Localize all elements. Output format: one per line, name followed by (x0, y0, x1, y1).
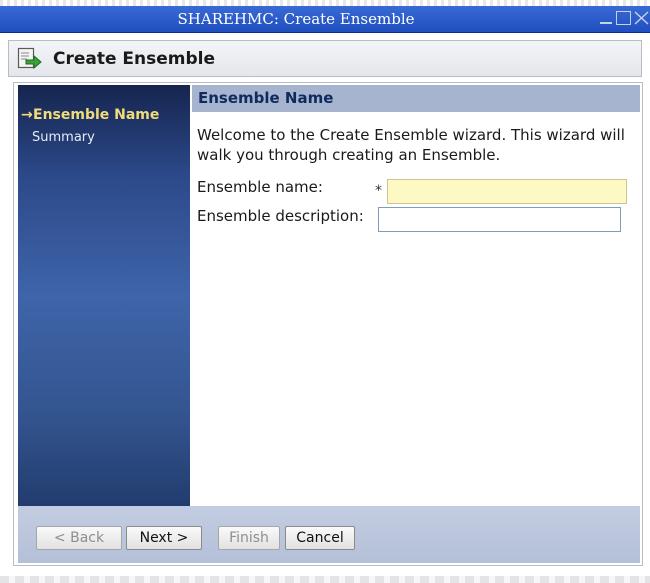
required-field-indicator: * (375, 183, 382, 199)
sidebar-item-summary[interactable]: Summary (32, 130, 204, 146)
bottom-decorative-strip (0, 576, 650, 583)
wizard-sidebar: → Ensemble Name Summary (18, 85, 190, 506)
next-button[interactable]: Next > (126, 526, 202, 550)
back-button[interactable]: < Back (36, 526, 122, 550)
current-step-arrow-icon: → (21, 107, 33, 123)
minimize-icon[interactable] (598, 11, 613, 25)
content-header: Ensemble Name (192, 85, 640, 112)
wizard-arrow-icon (17, 47, 43, 71)
window-titlebar[interactable]: SHAREHMC: Create Ensemble (0, 6, 650, 33)
content-title: Ensemble Name (198, 89, 334, 107)
wizard-title: Create Ensemble (53, 49, 216, 69)
sidebar-item-label: Ensemble Name (33, 107, 160, 123)
wizard-header: Create Ensemble (8, 40, 642, 77)
ensemble-description-input[interactable] (378, 207, 621, 232)
close-icon[interactable] (634, 11, 649, 25)
finish-button[interactable]: Finish (218, 526, 280, 550)
welcome-text: Welcome to the Create Ensemble wizard. T… (197, 126, 625, 164)
ensemble-name-input[interactable] (387, 179, 627, 204)
ensemble-description-label: Ensemble description: (197, 207, 364, 225)
cancel-button[interactable]: Cancel (285, 526, 355, 550)
ensemble-name-label: Ensemble name: (197, 178, 323, 196)
window-title: SHAREHMC: Create Ensemble (177, 10, 415, 28)
maximize-icon[interactable] (616, 11, 631, 25)
